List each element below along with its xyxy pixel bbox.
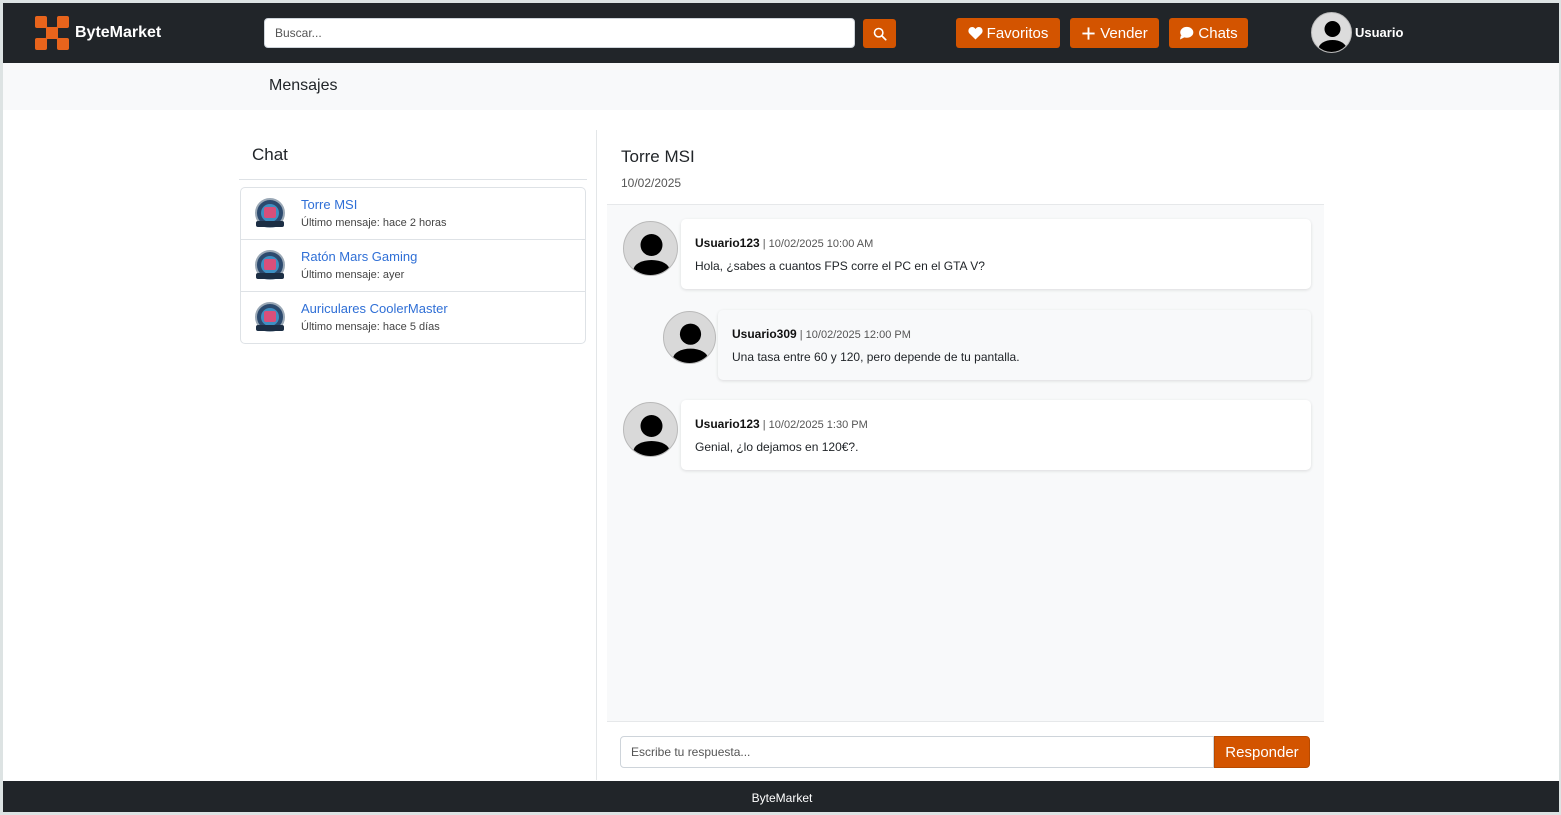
- top-navbar: ByteMarket Favoritos Vender: [3, 3, 1559, 63]
- message-timestamp: | 10/02/2025 10:00 AM: [762, 238, 874, 250]
- plus-icon: [1082, 26, 1095, 40]
- conversation-date: 10/02/2025: [621, 176, 682, 190]
- chat-list-heading: Chat: [252, 145, 288, 164]
- user-silhouette-icon: [633, 415, 670, 456]
- message-meta: Usuario309 | 10/02/2025 12:00 PM: [732, 327, 911, 341]
- chat-list-item[interactable]: Torre MSI Último mensaje: hace 2 horas: [241, 188, 585, 240]
- message-author: Usuario123: [695, 417, 760, 431]
- sell-button[interactable]: Vender: [1070, 18, 1159, 48]
- message-avatar: [623, 221, 678, 276]
- user-menu[interactable]: Usuario: [1311, 12, 1403, 53]
- favorites-label: Favoritos: [986, 24, 1049, 42]
- app-window: ByteMarket Favoritos Vender: [0, 0, 1561, 815]
- brand-link[interactable]: ByteMarket: [35, 16, 161, 50]
- user-avatar: [1311, 12, 1352, 53]
- message-text: Hola, ¿sabes a cuantos FPS corre el PC e…: [695, 259, 985, 273]
- chat-item-title[interactable]: Auriculares CoolerMaster: [301, 301, 448, 316]
- footer: ByteMarket: [3, 781, 1559, 812]
- bytemarket-logo-icon: [35, 16, 69, 50]
- message-avatar: [623, 402, 678, 457]
- message-author: Usuario123: [695, 236, 760, 250]
- chats-label: Chats: [1198, 24, 1238, 42]
- message-meta: Usuario123 | 10/02/2025 10:00 AM: [695, 236, 873, 250]
- reply-input[interactable]: [620, 736, 1214, 768]
- chat-list-panel: Chat Torre MSI Último mensaje: hace 2 ho…: [239, 130, 597, 780]
- page-title: Mensajes: [269, 77, 338, 94]
- message-bubble-reply: Usuario309 | 10/02/2025 12:00 PM Una tas…: [718, 310, 1311, 380]
- brand-name: ByteMarket: [75, 24, 162, 41]
- page-subheader: Mensajes: [3, 63, 1559, 110]
- favorites-button[interactable]: Favoritos: [956, 18, 1060, 48]
- chat-item-title[interactable]: Torre MSI: [301, 197, 357, 212]
- search-button[interactable]: [863, 19, 896, 48]
- message-bubble: Usuario123 | 10/02/2025 10:00 AM Hola, ¿…: [681, 219, 1311, 289]
- user-silhouette-icon: [673, 323, 708, 363]
- reply-bar: Responder: [607, 721, 1324, 781]
- search-input[interactable]: [264, 18, 855, 48]
- product-thumbnail-icon: [255, 250, 285, 280]
- chat-item-last-message: Último mensaje: hace 5 días: [301, 321, 440, 333]
- chats-button[interactable]: Chats: [1169, 18, 1248, 48]
- message-thread: Usuario123 | 10/02/2025 10:00 AM Hola, ¿…: [607, 204, 1324, 721]
- conversation-title: Torre MSI: [621, 147, 695, 166]
- divider: [239, 179, 587, 180]
- chat-item-title[interactable]: Ratón Mars Gaming: [301, 249, 417, 264]
- message-text: Genial, ¿lo dejamos en 120€?.: [695, 440, 859, 454]
- product-thumbnail-icon: [255, 302, 285, 332]
- message-author: Usuario309: [732, 327, 797, 341]
- message-avatar: [663, 311, 716, 364]
- chat-item-last-message: Último mensaje: ayer: [301, 269, 405, 281]
- reply-button[interactable]: Responder: [1214, 736, 1310, 768]
- message-timestamp: | 10/02/2025 12:00 PM: [799, 329, 911, 341]
- message-bubble: Usuario123 | 10/02/2025 1:30 PM Genial, …: [681, 400, 1311, 470]
- heart-icon: [968, 26, 983, 40]
- message-timestamp: | 10/02/2025 1:30 PM: [762, 419, 868, 431]
- chat-list-item[interactable]: Ratón Mars Gaming Último mensaje: ayer: [241, 240, 585, 292]
- chat-item-last-message: Último mensaje: hace 2 horas: [301, 217, 447, 229]
- product-thumbnail-icon: [255, 198, 285, 228]
- search-icon: [873, 27, 887, 41]
- sell-label: Vender: [1100, 24, 1148, 42]
- chat-list: Torre MSI Último mensaje: hace 2 horas R…: [240, 187, 586, 344]
- chat-bubble-icon: [1180, 26, 1194, 40]
- message-text: Una tasa entre 60 y 120, pero depende de…: [732, 350, 1020, 364]
- user-silhouette-icon: [1318, 21, 1347, 52]
- footer-text: ByteMarket: [751, 791, 813, 805]
- user-name: Usuario: [1355, 25, 1404, 40]
- chat-list-item[interactable]: Auriculares CoolerMaster Último mensaje:…: [241, 292, 585, 343]
- message-meta: Usuario123 | 10/02/2025 1:30 PM: [695, 417, 868, 431]
- user-silhouette-icon: [633, 234, 670, 275]
